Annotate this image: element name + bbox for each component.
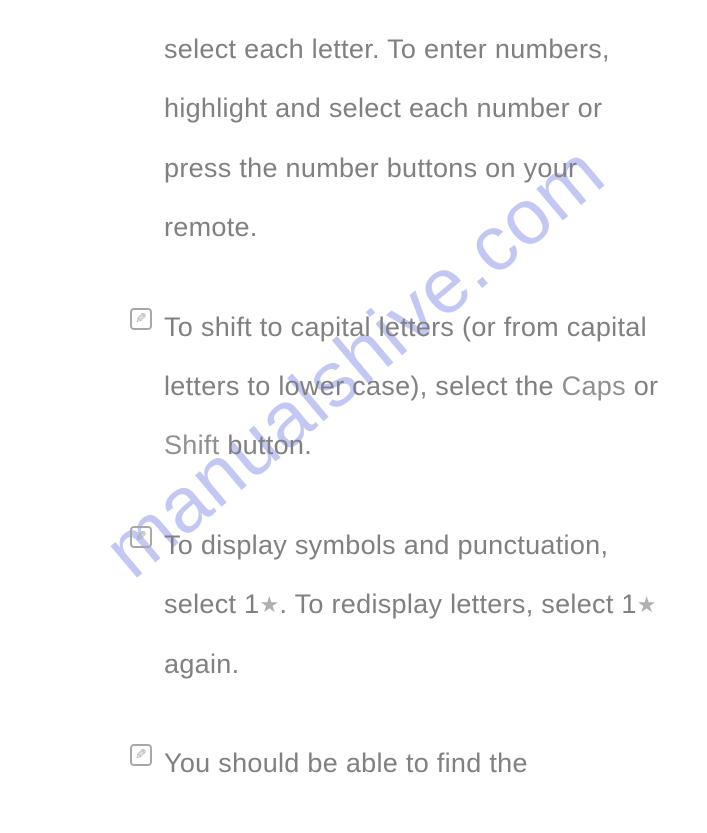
note-icon [130,744,152,766]
text-segment: . To redisplay letters, select 1 [279,589,636,619]
paragraph-intro: select each letter. To enter numbers, hi… [130,20,677,258]
document-body: select each letter. To enter numbers, hi… [130,20,677,833]
star-icon: ★ [637,581,657,629]
body-text: You should be able to find the [164,748,528,778]
body-text: select each letter. To enter numbers, hi… [164,34,610,242]
text-segment: again. [164,649,239,679]
text-segment: or [626,371,658,401]
paragraph-find: You should be able to find the [130,734,677,793]
note-icon [130,526,152,548]
star-icon: ★ [259,581,279,629]
body-text: To shift to capital letters (or from cap… [164,312,658,461]
keyword-caps: Caps [562,371,626,401]
paragraph-symbols: To display symbols and punctuation, sele… [130,516,677,694]
text-segment: button. [220,430,312,460]
body-text: To display symbols and punctuation, sele… [164,530,657,679]
note-icon [130,308,152,330]
paragraph-caps: To shift to capital letters (or from cap… [130,298,677,476]
keyword-shift: Shift [164,430,220,460]
